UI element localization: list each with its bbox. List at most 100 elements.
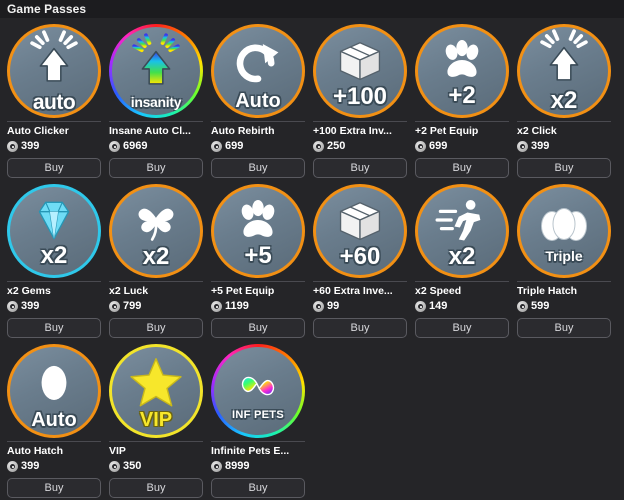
game-pass-card[interactable]: +100 +100 Extra Inv... 250 Buy — [308, 22, 410, 182]
game-pass-card[interactable]: Auto Auto Hatch 399 Buy — [2, 342, 104, 500]
game-pass-card[interactable]: x2 x2 Speed 149 Buy — [410, 182, 512, 342]
game-pass-card[interactable]: INF PETS Infinite Pets E... 8999 Buy — [206, 342, 308, 500]
price-row: 350 — [109, 460, 141, 473]
badge-disc: VIP — [112, 347, 200, 435]
game-pass-card[interactable]: insanity Insane Auto Cl... 6969 Buy — [104, 22, 206, 182]
price-row: 599 — [517, 300, 549, 313]
card-divider — [517, 121, 611, 122]
paw-icon — [232, 194, 284, 246]
game-pass-badge[interactable]: +2 — [415, 24, 509, 118]
robux-icon — [415, 301, 426, 312]
game-pass-badge[interactable]: VIP — [109, 344, 203, 438]
badge-glyph-label: +100 — [332, 83, 388, 110]
buy-button[interactable]: Buy — [313, 158, 407, 178]
triple-egg-icon — [536, 199, 592, 249]
egg-icon — [31, 353, 77, 411]
game-pass-badge[interactable]: INF PETS — [211, 344, 305, 438]
price-row: 250 — [313, 140, 345, 153]
rebirth-arrow-icon — [228, 32, 288, 92]
robux-icon — [109, 141, 120, 152]
game-pass-card[interactable]: +2 +2 Pet Equip 699 Buy — [410, 22, 512, 182]
badge-disc: +100 — [316, 27, 404, 115]
game-pass-name: +2 Pet Equip — [415, 125, 479, 137]
cursor-arrow-icon — [23, 29, 85, 92]
game-pass-name: +60 Extra Inve... — [313, 285, 393, 297]
buy-button[interactable]: Buy — [517, 158, 611, 178]
badge-glyph-label: +2 — [448, 82, 476, 109]
game-pass-badge[interactable]: x2 — [109, 184, 203, 278]
game-pass-price: 699 — [429, 140, 448, 152]
game-pass-badge[interactable]: insanity — [109, 24, 203, 118]
game-pass-price: 399 — [21, 460, 40, 472]
price-row: 8999 — [211, 460, 249, 473]
card-divider — [109, 441, 203, 442]
game-pass-card[interactable]: x2 x2 Luck 799 Buy — [104, 182, 206, 342]
game-pass-price: 799 — [123, 300, 142, 312]
game-pass-badge[interactable]: Triple — [517, 184, 611, 278]
badge-glyph-label: x2 — [40, 242, 68, 269]
card-divider — [109, 281, 203, 282]
robux-icon — [211, 141, 222, 152]
badge-disc: x2 — [520, 27, 608, 115]
buy-button[interactable]: Buy — [7, 158, 101, 178]
game-pass-badge[interactable]: +100 — [313, 24, 407, 118]
game-pass-price: 6969 — [123, 140, 148, 152]
card-divider — [313, 121, 407, 122]
badge-glyph-label: Auto — [235, 89, 281, 112]
badge-disc: Auto — [10, 347, 98, 435]
game-pass-card[interactable]: Triple Triple Hatch 599 Buy — [512, 182, 614, 342]
runner-icon — [435, 193, 489, 247]
cursor-arrow-icon — [125, 33, 187, 95]
robux-icon — [517, 141, 528, 152]
game-pass-price: 699 — [225, 140, 244, 152]
buy-button[interactable]: Buy — [109, 158, 203, 178]
game-pass-name: x2 Luck — [109, 285, 149, 297]
price-row: 799 — [109, 300, 141, 313]
game-pass-card[interactable]: +60 +60 Extra Inve... 99 Buy — [308, 182, 410, 342]
game-pass-badge[interactable]: x2 — [517, 24, 611, 118]
badge-glyph-label: auto — [32, 90, 76, 114]
game-pass-badge[interactable]: Auto — [211, 24, 305, 118]
robux-icon — [517, 301, 528, 312]
game-pass-card[interactable]: x2 x2 Click 399 Buy — [512, 22, 614, 182]
star-icon — [127, 353, 185, 411]
game-pass-card[interactable]: VIP VIP 350 Buy — [104, 342, 206, 500]
game-pass-card[interactable]: Auto Auto Rebirth 699 Buy — [206, 22, 308, 182]
buy-button[interactable]: Buy — [211, 318, 305, 338]
buy-button[interactable]: Buy — [109, 478, 203, 498]
infinity-icon — [227, 362, 289, 410]
game-pass-badge[interactable]: +5 — [211, 184, 305, 278]
price-row: 399 — [7, 460, 39, 473]
game-pass-badge[interactable]: +60 — [313, 184, 407, 278]
badge-disc: Triple — [520, 187, 608, 275]
game-pass-price: 8999 — [225, 460, 250, 472]
buy-button[interactable]: Buy — [7, 318, 101, 338]
game-pass-badge[interactable]: Auto — [7, 344, 101, 438]
game-pass-badge[interactable]: x2 — [7, 184, 101, 278]
card-divider — [7, 281, 101, 282]
buy-button[interactable]: Buy — [415, 158, 509, 178]
game-pass-badge[interactable]: x2 — [415, 184, 509, 278]
price-row: 699 — [415, 140, 447, 153]
game-pass-card[interactable]: auto Auto Clicker 399 Buy — [2, 22, 104, 182]
badge-glyph-label: Auto — [31, 408, 77, 431]
game-pass-card[interactable]: x2 x2 Gems 399 Buy — [2, 182, 104, 342]
card-divider — [7, 441, 101, 442]
buy-button[interactable]: Buy — [109, 318, 203, 338]
game-pass-card[interactable]: +5 +5 Pet Equip 1199 Buy — [206, 182, 308, 342]
panel-header: Game Passes — [0, 0, 624, 18]
buy-button[interactable]: Buy — [211, 158, 305, 178]
buy-button[interactable]: Buy — [211, 478, 305, 498]
buy-button[interactable]: Buy — [7, 478, 101, 498]
buy-button[interactable]: Buy — [313, 318, 407, 338]
card-divider — [7, 121, 101, 122]
game-pass-badge[interactable]: auto — [7, 24, 101, 118]
clover-icon — [129, 193, 183, 247]
game-pass-price: 350 — [123, 460, 142, 472]
game-pass-name: Auto Rebirth — [211, 125, 275, 137]
buy-button[interactable]: Buy — [517, 318, 611, 338]
buy-button[interactable]: Buy — [415, 318, 509, 338]
badge-glyph-label: Triple — [545, 248, 583, 264]
badge-disc: x2 — [418, 187, 506, 275]
card-divider — [211, 121, 305, 122]
